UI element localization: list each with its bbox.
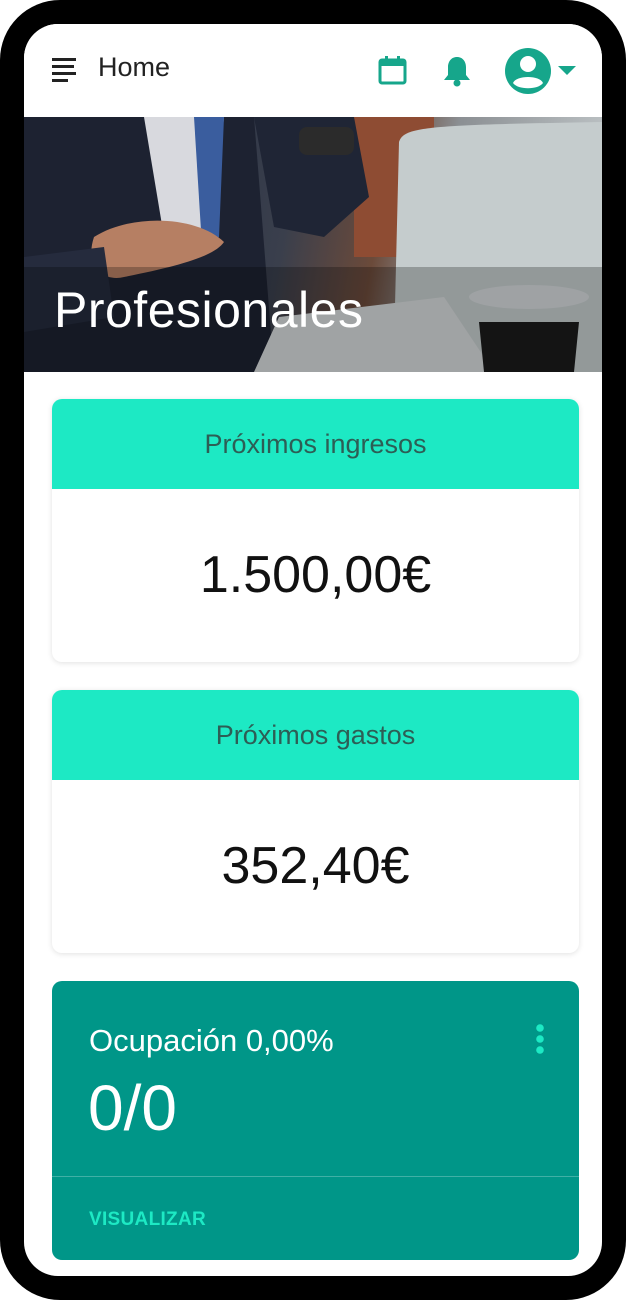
income-amount: 1.500,00€ (199, 546, 432, 604)
occupancy-card: Ocupación 0,00% 0/0 VISUALIZAR (52, 981, 579, 1260)
app-screen: Home Profesionales Próximos ingresos 1.5… (24, 24, 602, 1276)
hero-banner: Profesionales (24, 117, 602, 372)
expenses-card-title: Próximos gastos (52, 690, 579, 780)
top-app-bar: Home (24, 24, 602, 118)
expenses-card[interactable]: Próximos gastos 352,40€ (52, 690, 579, 953)
menu-icon[interactable] (52, 57, 80, 85)
hero-title: Profesionales (54, 282, 364, 338)
expenses-amount: 352,40€ (221, 837, 410, 895)
more-vert-icon[interactable] (530, 1023, 550, 1057)
occupancy-value: 0/0 (88, 1072, 177, 1144)
occupancy-label: Ocupación 0,00% (89, 1023, 334, 1058)
account-menu[interactable] (504, 46, 584, 96)
divider (52, 1176, 579, 1177)
income-card[interactable]: Próximos ingresos 1.500,00€ (52, 399, 579, 662)
calendar-icon[interactable] (378, 55, 408, 85)
visualize-button[interactable]: VISUALIZAR (89, 1209, 206, 1231)
page-title: Home (98, 52, 171, 82)
bell-icon[interactable] (442, 55, 472, 87)
income-card-title: Próximos ingresos (52, 399, 579, 489)
device-frame: Home Profesionales Próximos ingresos 1.5… (0, 0, 626, 1300)
